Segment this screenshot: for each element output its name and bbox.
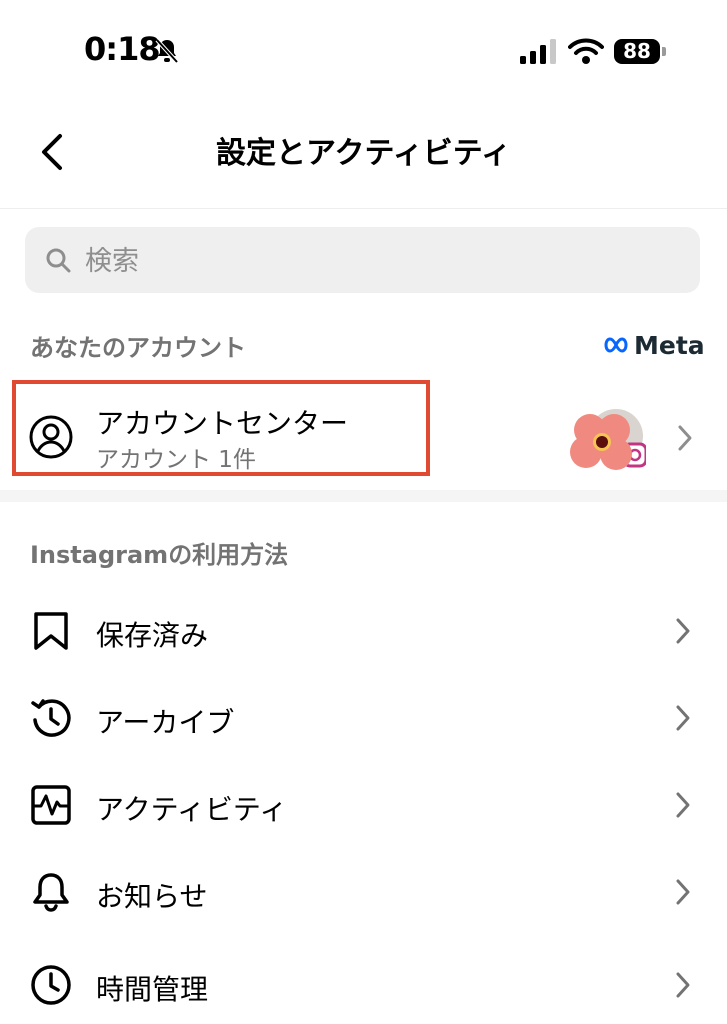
list-item-notifications[interactable]: お知らせ xyxy=(0,849,727,935)
chevron-right-icon[interactable] xyxy=(676,424,694,452)
bell-icon xyxy=(33,873,69,912)
list-item-label: 保存済み xyxy=(96,619,209,652)
bookmark-icon xyxy=(34,612,68,650)
search-input[interactable] xyxy=(83,237,667,285)
section-separator xyxy=(0,490,727,502)
account-center-subtitle: アカウント 1件 xyxy=(96,447,256,473)
activity-icon xyxy=(31,785,71,825)
profile-avatar xyxy=(570,409,646,470)
chevron-right-icon xyxy=(676,972,690,998)
list-item-label: 時間管理 xyxy=(96,973,209,1006)
battery-indicator: 88 xyxy=(614,39,668,66)
wifi-icon xyxy=(568,38,604,64)
meta-label: Meta xyxy=(634,330,705,360)
list-item-archive[interactable]: アーカイブ xyxy=(0,675,727,761)
meta-infinity-icon xyxy=(604,337,628,353)
chevron-right-icon xyxy=(676,618,690,644)
search-icon xyxy=(46,248,71,273)
list-item-label: お知らせ xyxy=(96,880,208,913)
archive-icon xyxy=(31,699,71,737)
chevron-right-icon xyxy=(676,879,690,905)
clock-icon xyxy=(31,965,71,1005)
battery-level: 88 xyxy=(623,39,651,63)
search-bar[interactable] xyxy=(25,227,700,293)
mute-bell-icon xyxy=(155,38,179,64)
account-section-heading: あなたのアカウント xyxy=(30,334,246,362)
chevron-right-icon xyxy=(676,792,690,818)
meta-logo: Meta xyxy=(602,330,705,360)
list-item-saved[interactable]: 保存済み xyxy=(0,588,727,674)
list-item-activity[interactable]: アクティビティ xyxy=(0,762,727,848)
list-item-time-management[interactable]: 時間管理 xyxy=(0,938,727,1024)
status-time: 0:18 xyxy=(84,30,161,68)
usage-section-heading: Instagramの利用方法 xyxy=(30,541,289,569)
page-title: 設定とアクティビティ xyxy=(216,136,511,171)
account-center-title: アカウントセンター xyxy=(96,407,349,440)
cellular-signal-icon xyxy=(520,39,556,64)
list-item-label: アクティビティ xyxy=(96,793,288,826)
header-divider xyxy=(0,208,727,209)
list-item-label: アーカイブ xyxy=(96,706,235,739)
chevron-right-icon xyxy=(676,705,690,731)
account-circle-icon xyxy=(29,415,73,459)
